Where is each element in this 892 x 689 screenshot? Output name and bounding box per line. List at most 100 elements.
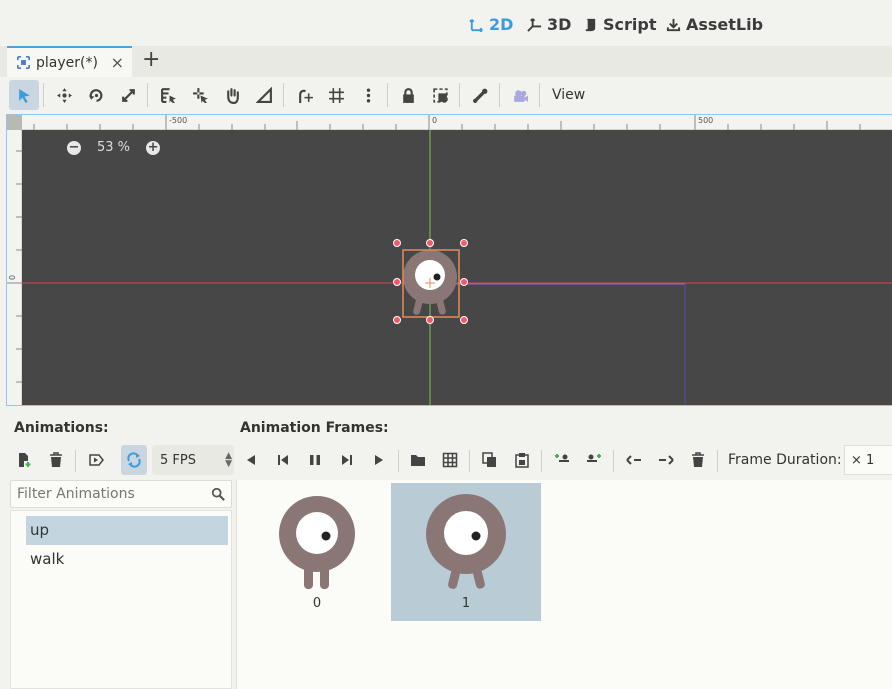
fps-spinbox[interactable]: 5 FPS ▲ ▼ xyxy=(152,445,234,475)
select-mode-button[interactable] xyxy=(9,80,39,110)
script-icon xyxy=(585,18,596,31)
workspace-assetlib-button[interactable]: AssetLib xyxy=(666,12,763,36)
play-backwards-icon xyxy=(247,455,255,465)
pan-icon xyxy=(226,87,239,104)
delete-frame-button[interactable] xyxy=(685,445,711,475)
folder-icon xyxy=(411,455,425,466)
snap-options-button[interactable] xyxy=(353,80,383,110)
move-right-icon xyxy=(659,455,674,465)
play-button[interactable] xyxy=(366,445,392,475)
frame-index: 1 xyxy=(461,596,471,611)
filter-animations-input[interactable]: Filter Animations xyxy=(10,480,232,508)
workspace-assetlib-label: AssetLib xyxy=(686,14,764,34)
copy-icon xyxy=(482,452,496,467)
toolbar-separator xyxy=(387,83,388,107)
skeleton-button[interactable] xyxy=(465,80,495,110)
pan-mode-button[interactable] xyxy=(217,80,247,110)
play-backwards-start-icon xyxy=(278,455,288,465)
frame-thumbnail xyxy=(426,494,506,589)
copy-frame-button[interactable] xyxy=(477,445,503,475)
toolbar-separator xyxy=(283,83,284,107)
frame-item-0[interactable]: 0 xyxy=(242,483,392,621)
camera-override-button[interactable] xyxy=(505,80,535,110)
grid-snap-icon xyxy=(328,87,344,103)
new-animation-icon xyxy=(19,453,31,467)
scale-mode-button[interactable] xyxy=(113,80,143,110)
pivot-mode-button[interactable] xyxy=(185,80,215,110)
paste-icon xyxy=(515,453,529,468)
loop-icon xyxy=(127,452,141,468)
grid-snap-button[interactable] xyxy=(321,80,351,110)
toolbar-separator xyxy=(43,83,44,107)
spritesheet-icon xyxy=(442,452,458,468)
move-frame-left-button[interactable] xyxy=(621,445,647,475)
zoom-out-button[interactable]: − xyxy=(67,140,81,155)
toolbar-separator xyxy=(499,83,500,107)
insert-empty-after-button[interactable] xyxy=(581,445,607,475)
view-menu-button[interactable]: View xyxy=(544,80,593,110)
list-select-icon xyxy=(160,87,176,103)
play-start-icon xyxy=(342,455,352,465)
group-button[interactable] xyxy=(425,80,455,110)
move-icon xyxy=(56,87,72,103)
canvas-viewport[interactable]: -500 0 500 0 − 53 % + xyxy=(6,114,892,406)
smart-snap-button[interactable] xyxy=(290,80,320,110)
add-from-spritesheet-button[interactable] xyxy=(437,445,463,475)
filter-placeholder: Filter Animations xyxy=(17,486,135,502)
toolbar-separator xyxy=(398,450,399,472)
workspace-2d-label: 2D xyxy=(489,14,514,34)
ruler-horizontal: -500 0 500 xyxy=(7,115,892,130)
ruler-icon xyxy=(255,86,272,103)
scene-tab-player[interactable]: player(*) × xyxy=(7,46,132,77)
pause-button[interactable] xyxy=(302,445,328,475)
toolbar-separator xyxy=(717,450,718,472)
close-tab-icon[interactable]: × xyxy=(111,53,124,72)
loop-toggle-button[interactable] xyxy=(121,445,147,475)
animation-item-walk[interactable]: walk xyxy=(26,545,228,574)
frame-item-1[interactable]: 1 xyxy=(391,483,541,621)
frames-title: Animation Frames: xyxy=(240,420,389,436)
animation-item-up[interactable]: up xyxy=(26,516,228,545)
zoom-level[interactable]: 53 % xyxy=(97,140,130,155)
new-animation-button[interactable] xyxy=(11,445,37,475)
scene-tabs: player(*) × xyxy=(0,46,892,77)
paste-frame-button[interactable] xyxy=(509,445,535,475)
zoom-in-button[interactable]: + xyxy=(146,140,161,155)
add-frame-from-file-button[interactable] xyxy=(405,445,431,475)
play-backwards-from-end-button[interactable] xyxy=(238,445,264,475)
rotate-mode-button[interactable] xyxy=(81,80,111,110)
ruler-ticks xyxy=(33,115,861,130)
insert-after-icon xyxy=(587,454,601,462)
search-icon xyxy=(211,487,225,501)
toolbar-separator xyxy=(75,450,76,472)
play-backwards-button[interactable] xyxy=(270,445,296,475)
list-select-button[interactable] xyxy=(153,80,183,110)
frame-duration-input[interactable]: × 1 xyxy=(844,445,892,475)
play-icon xyxy=(375,455,383,465)
move-left-icon xyxy=(626,455,641,465)
spin-arrows-icon[interactable]: ▲ ▼ xyxy=(225,452,232,469)
move-frame-right-button[interactable] xyxy=(653,445,679,475)
delete-animation-button[interactable] xyxy=(43,445,69,475)
frame-thumbnail xyxy=(279,496,355,589)
workspace-script-button[interactable]: Script xyxy=(583,12,656,36)
3d-icon xyxy=(527,17,542,32)
toolbar-separator xyxy=(613,450,614,472)
insert-empty-before-button[interactable] xyxy=(549,445,575,475)
ruler-corner xyxy=(7,115,22,130)
ruler-label: -500 xyxy=(169,116,188,125)
ruler-mode-button[interactable] xyxy=(249,80,279,110)
ruler-vertical: 0 xyxy=(7,115,22,405)
group-icon xyxy=(432,87,448,103)
lock-button[interactable] xyxy=(393,80,423,110)
play-from-start-button[interactable] xyxy=(334,445,360,475)
move-mode-button[interactable] xyxy=(49,80,79,110)
workspace-3d-button[interactable]: 3D xyxy=(527,12,571,36)
add-scene-tab-button[interactable]: + xyxy=(142,49,160,72)
autoplay-button[interactable] xyxy=(83,445,109,475)
frame-index: 0 xyxy=(312,596,322,611)
toolbar-separator xyxy=(469,450,470,472)
workspace-2d-button[interactable]: 2D xyxy=(469,12,513,36)
2d-icon xyxy=(469,18,483,32)
download-icon xyxy=(666,18,681,31)
